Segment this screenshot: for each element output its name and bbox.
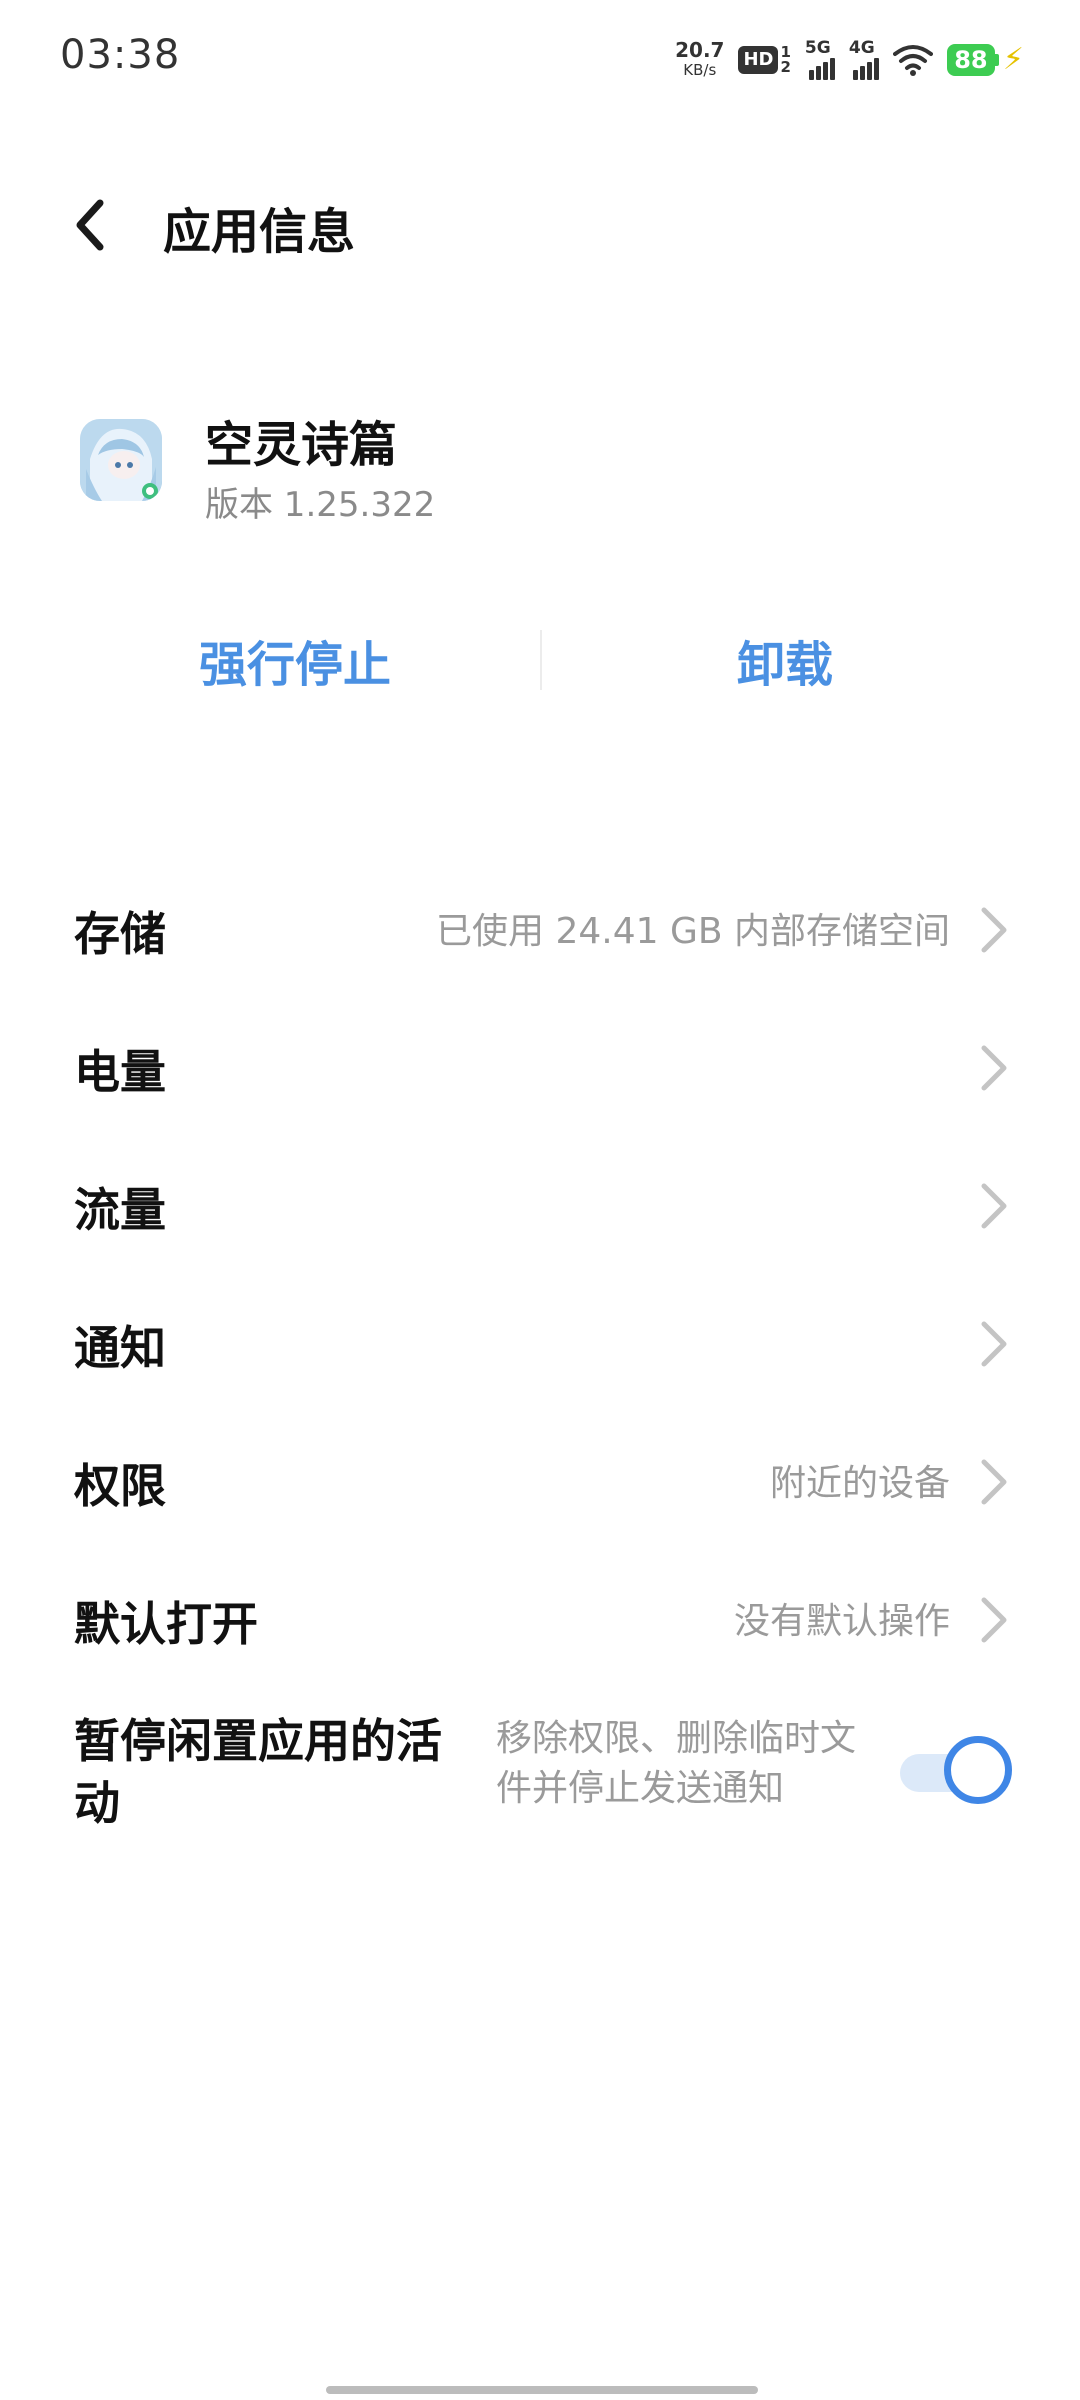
- network-speed-value: 20.7: [675, 38, 725, 62]
- force-stop-button[interactable]: 强行停止: [60, 620, 530, 700]
- setting-label: 暂停闲置应用的活动: [74, 1714, 442, 1830]
- battery-icon: 88 ⚡: [946, 42, 1024, 77]
- uninstall-button[interactable]: 卸载: [550, 620, 1020, 700]
- signal-4g-icon: 4G: [848, 38, 879, 80]
- signal-5g-label: 5G: [804, 38, 831, 58]
- home-indicator[interactable]: [326, 2386, 758, 2394]
- status-time: 03:38: [60, 32, 181, 78]
- action-divider: [540, 630, 542, 690]
- signal-4g-label: 4G: [848, 38, 875, 58]
- hd-sub-bottom: 2: [780, 58, 791, 76]
- setting-battery[interactable]: 电量: [0, 1000, 1080, 1138]
- setting-permissions[interactable]: 权限 附近的设备: [0, 1414, 1080, 1552]
- setting-label: 通知: [74, 1321, 166, 1375]
- chevron-right-icon: [981, 907, 1007, 953]
- chevron-left-icon: [76, 199, 104, 251]
- setting-label: 存储: [74, 907, 166, 961]
- setting-label: 默认打开: [74, 1597, 258, 1651]
- setting-description: 移除权限、删除临时文件并停止发送通知: [496, 1718, 857, 1809]
- status-icons: 20.7 KB/s HD 1 2 5G 4G 88 ⚡: [675, 38, 1024, 82]
- chevron-right-icon: [981, 1045, 1007, 1091]
- status-bar: 03:38 20.7 KB/s HD 1 2 5G 4G 88 ⚡: [0, 0, 1080, 120]
- setting-value: 附近的设备: [769, 1463, 950, 1504]
- app-actions: 强行停止 卸载: [0, 620, 1080, 700]
- app-header: 应用信息: [0, 170, 1080, 280]
- setting-label: 电量: [74, 1045, 166, 1099]
- toggle-knob: [944, 1736, 1012, 1804]
- setting-notifications[interactable]: 通知: [0, 1276, 1080, 1414]
- settings-list: 存储 已使用 24.41 GB 内部存储空间 电量 流量 通知 权限 附近的设备: [0, 862, 1080, 1850]
- chevron-right-icon: [981, 1183, 1007, 1229]
- app-info-card: 空灵诗篇 版本 1.25.322: [0, 395, 1080, 545]
- hd-icon: HD 1 2: [738, 45, 791, 76]
- app-name: 空灵诗篇: [205, 417, 398, 473]
- setting-value: 已使用 24.41 GB 内部存储空间: [436, 911, 950, 952]
- setting-storage[interactable]: 存储 已使用 24.41 GB 内部存储空间: [0, 862, 1080, 1000]
- signal-5g-icon: 5G: [804, 38, 835, 80]
- chevron-right-icon: [981, 1321, 1007, 1367]
- setting-data-usage[interactable]: 流量: [0, 1138, 1080, 1276]
- app-version: 版本 1.25.322: [205, 485, 436, 525]
- network-speed: 20.7 KB/s: [675, 40, 724, 80]
- charging-icon: ⚡: [1002, 42, 1024, 77]
- chevron-right-icon: [981, 1459, 1007, 1505]
- page-title: 应用信息: [163, 204, 356, 260]
- wifi-icon: [892, 45, 933, 76]
- setting-open-by-default[interactable]: 默认打开 没有默认操作: [0, 1552, 1080, 1690]
- pause-idle-toggle[interactable]: [892, 1732, 1012, 1804]
- network-speed-unit: KB/s: [683, 61, 717, 79]
- hd-label: HD: [738, 46, 779, 74]
- back-button[interactable]: [60, 190, 120, 260]
- app-icon: [80, 419, 162, 501]
- battery-level: 88: [946, 44, 995, 76]
- setting-pause-idle-activity[interactable]: 暂停闲置应用的活动 移除权限、删除临时文件并停止发送通知: [0, 1690, 1080, 1850]
- app-icon-art: [80, 419, 162, 501]
- chevron-right-icon: [981, 1597, 1007, 1643]
- setting-value: 没有默认操作: [733, 1601, 950, 1642]
- setting-label: 流量: [74, 1183, 166, 1237]
- setting-label: 权限: [74, 1459, 166, 1513]
